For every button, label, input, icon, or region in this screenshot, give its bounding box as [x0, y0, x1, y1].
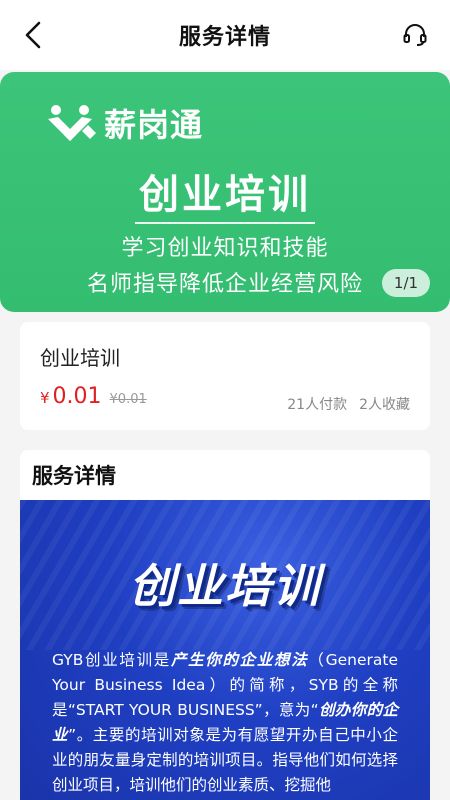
- original-price: ¥0.01: [109, 392, 147, 407]
- back-button[interactable]: [16, 18, 50, 52]
- price-row: ¥0.01 ¥0.01: [40, 384, 147, 409]
- brand-logo-icon: [48, 105, 96, 141]
- current-price: ¥0.01: [40, 384, 102, 409]
- service-detail-page: 服务详情 薪岗通 创业培训 学习创业知识和技能 名师指导降低企业经营风险 1/1…: [0, 0, 450, 800]
- banner-subtitle-1: 学习创业知识和技能: [121, 236, 329, 261]
- detail-poster: 创业培训 GYB创业培训是产生你的企业想法（Generate Your Busi…: [20, 500, 430, 800]
- description-highlight: 产生你的企业想法: [170, 651, 309, 669]
- top-bar: 服务详情: [0, 0, 450, 70]
- headset-icon: [403, 24, 427, 46]
- description-text: GYB创业培训是: [52, 651, 171, 669]
- price-value: 0.01: [52, 384, 102, 409]
- poster-heading: 创业培训: [129, 559, 321, 613]
- brand-name: 薪岗通: [104, 106, 204, 144]
- banner-divider: [135, 222, 315, 224]
- chevron-left-icon: [25, 21, 41, 49]
- description-text: ”。主要的培训对象是为有愿望开办自己中小企业的朋友量身定制的培训项目。指导他们如…: [52, 726, 398, 794]
- customer-service-button[interactable]: [400, 20, 430, 50]
- banner-heading: 创业培训: [139, 172, 311, 218]
- carousel-page-indicator: 1/1: [382, 269, 430, 297]
- page-title: 服务详情: [178, 25, 271, 50]
- brand-logo: 薪岗通: [44, 100, 203, 146]
- service-detail-card: 服务详情 创业培训 GYB创业培训是产生你的企业想法（Generate Your…: [20, 450, 430, 800]
- product-info-card: 创业培训 ¥0.01 ¥0.01 21人付款 2人收藏: [20, 322, 430, 430]
- product-stats: 21人付款 2人收藏: [287, 394, 410, 414]
- poster-description: GYB创业培训是产生你的企业想法（Generate Your Business …: [52, 648, 398, 798]
- section-title: 服务详情: [32, 464, 116, 488]
- favorite-count: 2人收藏: [359, 397, 410, 413]
- product-name: 创业培训: [40, 346, 120, 370]
- banner-carousel[interactable]: 薪岗通 创业培训 学习创业知识和技能 名师指导降低企业经营风险 1/1: [0, 72, 450, 312]
- currency-symbol: ¥: [40, 389, 50, 407]
- paid-count: 21人付款: [287, 397, 348, 413]
